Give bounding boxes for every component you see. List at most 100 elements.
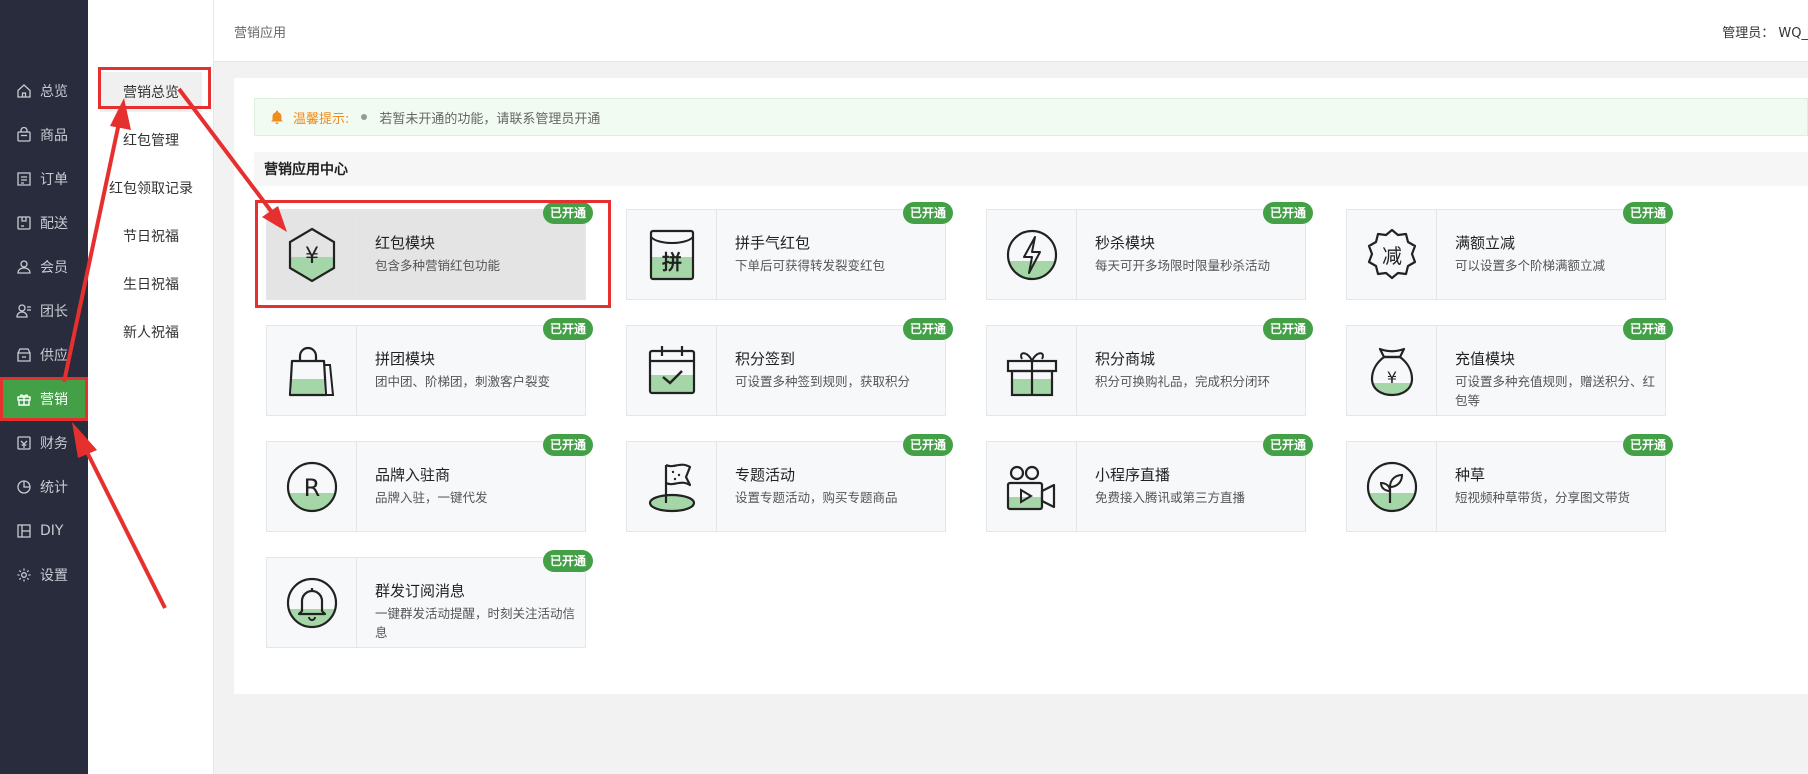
sidebar-item-label: 设置 — [40, 568, 68, 584]
sidebar-item-leader[interactable]: 团长 — [0, 289, 88, 333]
status-badge: 已开通 — [1262, 434, 1313, 456]
wallet-icon — [17, 436, 31, 450]
sidebar-item-goods[interactable]: 商品 — [0, 113, 88, 157]
module-title: 积分商城 — [1095, 350, 1156, 368]
subnav-item-red-packet-records[interactable]: 红包领取记录 — [88, 168, 214, 208]
sidebar-item-diy[interactable]: DIY — [0, 509, 88, 553]
delivery-icon — [17, 216, 31, 230]
main-sidebar: 总览 商品 订单 配送 会员 团长 供应 营销 财务 统计 DIY 设置 — [0, 0, 88, 774]
svg-text:拼: 拼 — [662, 250, 682, 274]
card-icon-wrap — [987, 210, 1077, 299]
bell-icon — [286, 577, 337, 628]
sidebar-item-label: 营销 — [40, 392, 68, 408]
module-desc: 品牌入驻，一键代发 — [375, 490, 488, 505]
highlight-box-subnav — [98, 67, 211, 109]
module-card-flash-sale[interactable]: 秒杀模块 每天可开多场限时限量秒杀活动 已开通 — [986, 202, 1313, 300]
module-card-group-buy[interactable]: 拼团模块 团中团、阶梯团，刺激客户裂变 已开通 — [266, 318, 593, 416]
module-desc: 免费接入腾讯或第三方直播 — [1095, 490, 1246, 505]
sidebar-item-label: 团长 — [40, 304, 68, 320]
module-title: 积分签到 — [735, 350, 796, 368]
bell-icon — [271, 110, 283, 124]
notice-message: 若暂未开通的功能，请联系管理员开通 — [379, 111, 601, 127]
lucky-red-packet-icon: 拼 — [649, 229, 694, 280]
sidebar-item-marketing[interactable]: 营销 — [0, 377, 88, 421]
module-card-special-topic[interactable]: 专题活动 设置专题活动，购买专题商品 已开通 — [626, 434, 953, 532]
sidebar-item-label: 财务 — [40, 436, 68, 452]
card-icon-wrap: 拼 — [627, 210, 717, 299]
notice-dot — [361, 114, 368, 120]
subnav-item-red-packet-manage[interactable]: 红包管理 — [88, 120, 214, 160]
sidebar-item-finance[interactable]: 财务 — [0, 421, 88, 465]
sidebar-item-label: 商品 — [40, 128, 68, 144]
module-title: 群发订阅消息 — [375, 582, 466, 600]
sidebar-item-label: 统计 — [40, 480, 68, 496]
sidebar-item-label: 订单 — [40, 172, 68, 188]
sidebar-item-label: 配送 — [40, 216, 68, 232]
card-icon-wrap: 减 — [1347, 210, 1437, 299]
module-card-lucky-red-packet[interactable]: 拼 拼手气红包 下单后可获得转发裂变红包 已开通 — [626, 202, 953, 300]
sprout-icon — [1366, 461, 1417, 512]
module-title: 满额立减 — [1455, 234, 1516, 252]
sidebar-item-orders[interactable]: 订单 — [0, 157, 88, 201]
card-icon-wrap: R — [267, 442, 357, 531]
sidebar-item-overview[interactable]: 总览 — [0, 69, 88, 113]
home-icon — [17, 84, 31, 98]
flag-icon — [648, 463, 695, 512]
module-card-points-checkin[interactable]: 积分签到 可设置多种签到规则，获取积分 已开通 — [626, 318, 953, 416]
section-title: 营销应用中心 — [254, 152, 1808, 186]
flash-sale-icon — [1006, 229, 1057, 280]
module-title: 拼手气红包 — [735, 234, 811, 252]
diy-icon — [17, 524, 31, 538]
video-camera-icon — [1006, 465, 1055, 510]
sidebar-item-label: 总览 — [40, 84, 68, 100]
module-title: 品牌入驻商 — [375, 466, 451, 484]
highlight-box-red-packet — [255, 200, 611, 308]
leader-icon — [16, 304, 31, 318]
sidebar-item-label: 会员 — [40, 260, 68, 276]
user-icon — [17, 260, 31, 274]
sidebar-item-label: 供应 — [40, 348, 68, 364]
registered-brand-icon: R — [286, 461, 337, 512]
gift-icon — [17, 394, 31, 406]
subnav-item-birthday-greetings[interactable]: 生日祝福 — [88, 264, 214, 304]
supply-icon — [17, 348, 31, 362]
module-desc: 可设置多种签到规则，获取积分 — [735, 374, 911, 389]
status-badge: 已开通 — [902, 318, 953, 340]
subnav-item-festival-greetings[interactable]: 节日祝福 — [88, 216, 214, 256]
status-badge: 已开通 — [542, 550, 593, 572]
card-icon-wrap — [1347, 442, 1437, 531]
module-card-recharge[interactable]: ¥ 充值模块 可设置多种充值规则，赠送积分、红包等 已开通 — [1346, 318, 1673, 416]
card-icon-wrap: ¥ — [1347, 326, 1437, 415]
sidebar-item-settings[interactable]: 设置 — [0, 553, 88, 597]
module-card-live-stream[interactable]: 小程序直播 免费接入腾讯或第三方直播 已开通 — [986, 434, 1313, 532]
top-bar: 营销应用 管理员： WQ_ — [214, 0, 1808, 62]
sidebar-item-delivery[interactable]: 配送 — [0, 201, 88, 245]
module-title: 专题活动 — [735, 466, 796, 484]
module-title: 种草 — [1455, 466, 1486, 484]
module-desc: 团中团、阶梯团，刺激客户裂变 — [375, 374, 551, 389]
module-card-subscription-message[interactable]: 群发订阅消息 一键群发活动提醒，时刻关注活动信息 已开通 — [266, 550, 593, 648]
module-card-brand-entry[interactable]: R 品牌入驻商 品牌入驻，一键代发 已开通 — [266, 434, 593, 532]
calendar-check-icon — [648, 345, 695, 394]
gift-box-icon — [1006, 351, 1057, 396]
sidebar-item-members[interactable]: 会员 — [0, 245, 88, 289]
card-icon-wrap — [987, 326, 1077, 415]
subnav-item-newcomer-greetings[interactable]: 新人祝福 — [88, 312, 214, 352]
discount-badge-icon: 减 — [1367, 228, 1416, 279]
card-icon-wrap — [987, 442, 1077, 531]
module-desc: 可以设置多个阶梯满额立减 — [1455, 258, 1606, 273]
status-badge: 已开通 — [1622, 318, 1673, 340]
svg-text:R: R — [303, 474, 320, 502]
status-badge: 已开通 — [1622, 202, 1673, 224]
sidebar-item-stats[interactable]: 统计 — [0, 465, 88, 509]
module-card-full-reduction[interactable]: 减 满额立减 可以设置多个阶梯满额立减 已开通 — [1346, 202, 1673, 300]
gear-icon — [17, 568, 31, 582]
module-card-points-mall[interactable]: 积分商城 积分可换购礼品，完成积分闭环 已开通 — [986, 318, 1313, 416]
module-desc: 设置专题活动，购买专题商品 — [735, 490, 898, 505]
module-card-seeding[interactable]: 种草 短视频种草带货，分享图文带货 已开通 — [1346, 434, 1673, 532]
status-badge: 已开通 — [1622, 434, 1673, 456]
svg-text:减: 减 — [1382, 244, 1402, 268]
sidebar-item-supply[interactable]: 供应 — [0, 333, 88, 377]
admin-label[interactable]: 管理员： WQ_ — [1722, 22, 1808, 41]
module-desc: 每天可开多场限时限量秒杀活动 — [1095, 258, 1271, 273]
